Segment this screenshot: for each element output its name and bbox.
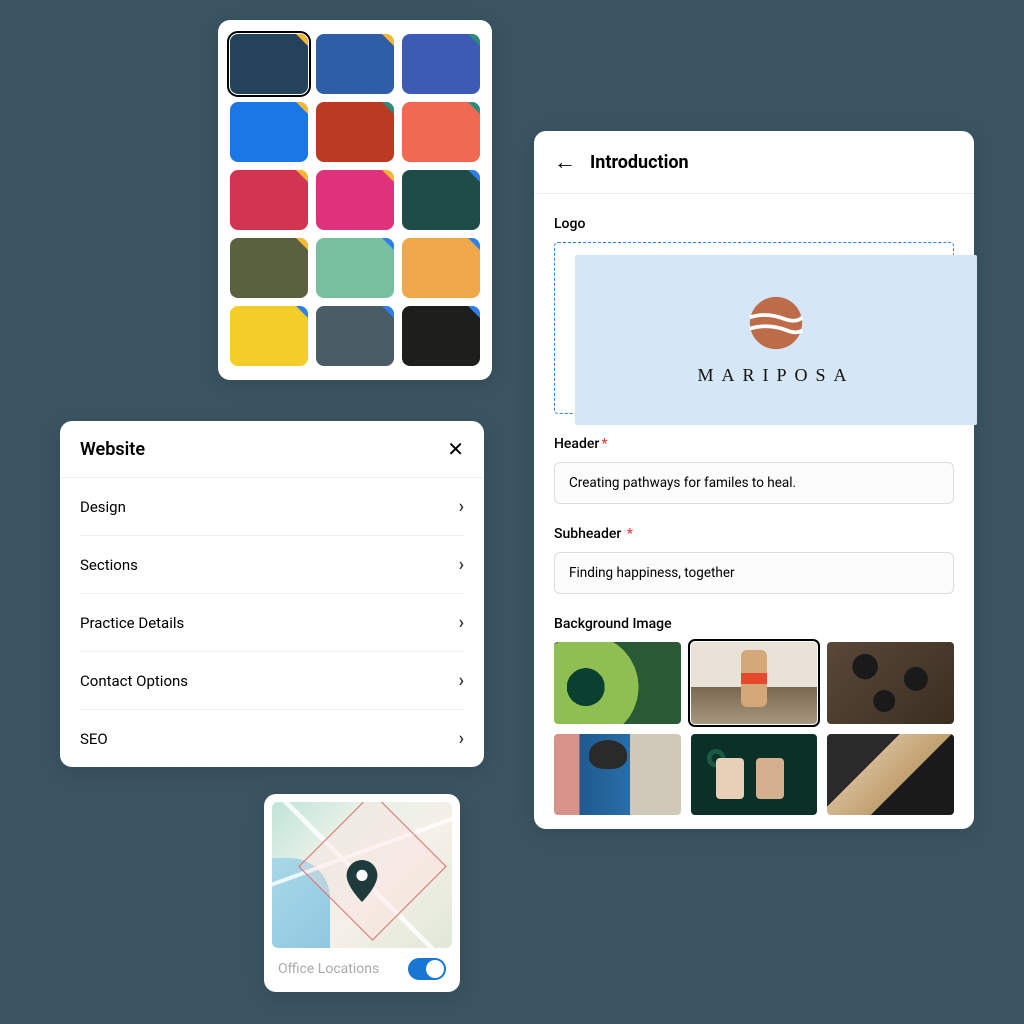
menu-item-label: Contact Options (80, 672, 188, 690)
menu-item-contact-options[interactable]: Contact Options › (80, 652, 464, 710)
menu-item-label: Practice Details (80, 614, 184, 632)
menu-item-label: Sections (80, 556, 138, 574)
logo-preview: MARIPOSA (575, 255, 977, 425)
header-label: Header* (554, 436, 954, 452)
mariposa-logo-icon (748, 295, 804, 351)
color-swatch-12[interactable] (230, 306, 308, 366)
menu-item-label: SEO (80, 730, 108, 748)
bg-thumb-tubes[interactable] (691, 734, 818, 816)
background-image-label: Background Image (554, 616, 954, 632)
logo-label: Logo (554, 216, 954, 232)
menu-item-label: Design (80, 498, 126, 516)
menu-item-practice-details[interactable]: Practice Details › (80, 594, 464, 652)
intro-title: Introduction (590, 152, 689, 173)
color-swatch-9[interactable] (230, 238, 308, 298)
bg-thumb-woman[interactable] (554, 734, 681, 816)
color-swatch-4[interactable] (316, 102, 394, 162)
intro-body: Logo MARIPOSA Header* Subheader * Backgr… (534, 194, 974, 815)
chevron-right-icon: › (459, 496, 464, 517)
chevron-right-icon: › (459, 612, 464, 633)
palette-grid (230, 34, 480, 366)
color-swatch-3[interactable] (230, 102, 308, 162)
bg-thumb-child[interactable] (691, 642, 818, 724)
website-panel-header: Website ✕ (60, 421, 484, 478)
map-preview[interactable] (272, 802, 452, 948)
subheader-input[interactable] (554, 552, 954, 594)
color-swatch-13[interactable] (316, 306, 394, 366)
color-swatch-11[interactable] (402, 238, 480, 298)
color-swatch-6[interactable] (230, 170, 308, 230)
header-input[interactable] (554, 462, 954, 504)
bg-thumb-plant[interactable] (554, 642, 681, 724)
office-locations-toggle[interactable] (408, 958, 446, 980)
close-icon[interactable]: ✕ (447, 437, 464, 461)
color-swatch-8[interactable] (402, 170, 480, 230)
website-panel-title: Website (80, 439, 145, 460)
logo-dropzone[interactable]: MARIPOSA (554, 242, 954, 414)
office-locations-card: Office Locations (264, 794, 460, 992)
bg-thumb-hands[interactable] (827, 734, 954, 816)
color-swatch-7[interactable] (316, 170, 394, 230)
bg-thumb-coffee[interactable] (827, 642, 954, 724)
menu-item-seo[interactable]: SEO › (80, 710, 464, 767)
brand-name: MARIPOSA (697, 365, 854, 386)
color-swatch-14[interactable] (402, 306, 480, 366)
color-swatch-5[interactable] (402, 102, 480, 162)
color-swatch-2[interactable] (402, 34, 480, 94)
chevron-right-icon: › (459, 728, 464, 749)
introduction-panel: ← Introduction Logo MARIPOSA Header* Sub… (534, 131, 974, 829)
menu-item-sections[interactable]: Sections › (80, 536, 464, 594)
menu-item-design[interactable]: Design › (80, 478, 464, 536)
map-pin-icon (345, 860, 379, 906)
intro-header: ← Introduction (534, 131, 974, 194)
background-image-grid (554, 642, 954, 815)
color-swatch-0[interactable] (230, 34, 308, 94)
office-locations-label: Office Locations (278, 961, 379, 977)
color-palette-panel (218, 20, 492, 380)
subheader-label: Subheader * (554, 526, 954, 542)
color-swatch-1[interactable] (316, 34, 394, 94)
color-swatch-10[interactable] (316, 238, 394, 298)
website-settings-panel: Website ✕ Design›Sections›Practice Detai… (60, 421, 484, 767)
chevron-right-icon: › (459, 554, 464, 575)
chevron-right-icon: › (459, 670, 464, 691)
map-footer: Office Locations (272, 948, 452, 984)
website-menu-list: Design›Sections›Practice Details›Contact… (60, 478, 484, 767)
back-arrow-icon[interactable]: ← (554, 149, 576, 175)
